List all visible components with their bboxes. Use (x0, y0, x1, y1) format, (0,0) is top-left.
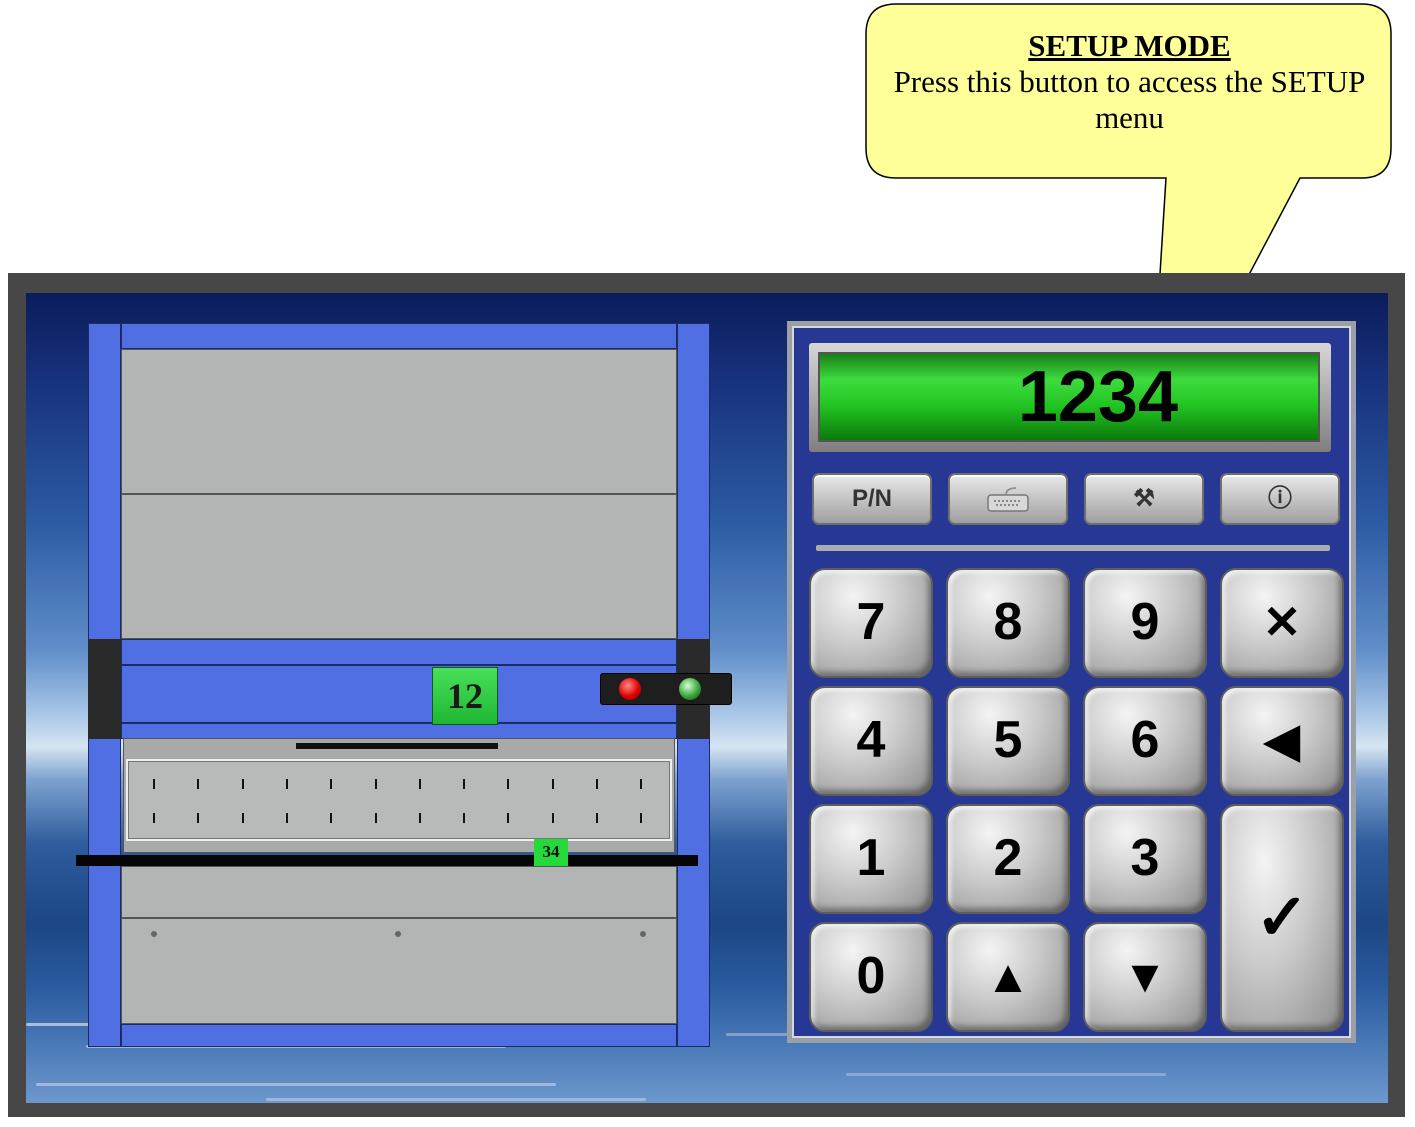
tray-number-badge: 12 (432, 667, 498, 725)
arrow-left-icon: ◀ (1264, 714, 1300, 766)
bin-divider-tick (640, 813, 643, 823)
control-strip-top (121, 639, 677, 665)
bin-divider-tick (463, 813, 466, 823)
key-5-label: 5 (993, 711, 1023, 769)
machine-top-bar (121, 323, 677, 349)
bin-number-badge: 34 (534, 839, 568, 867)
bin-divider-tick (640, 779, 643, 789)
backspace-button[interactable]: ◀ (1220, 686, 1344, 796)
bin-divider-tick (285, 813, 288, 823)
machine-middle-panel (121, 494, 677, 639)
machine-bottom-bar (121, 1024, 677, 1047)
screw-icon (640, 931, 646, 937)
tray-rail (76, 855, 698, 866)
control-strip-bottom (121, 723, 677, 739)
keyboard-icon (987, 487, 1029, 512)
keyboard-button[interactable] (948, 473, 1068, 525)
drawer-handle (296, 743, 498, 749)
enter-button[interactable]: ✓ (1220, 804, 1344, 1032)
checkmark-icon: ✓ (1255, 881, 1309, 953)
arrow-down-button[interactable]: ▼ (1083, 922, 1207, 1032)
key-3[interactable]: 3 (1083, 804, 1207, 914)
bin-divider-tick (330, 813, 333, 823)
bin-divider-tick (551, 813, 554, 823)
bin-divider-tick (418, 779, 421, 789)
bin-divider-tick (507, 779, 510, 789)
setup-button[interactable]: ⚒ (1084, 473, 1204, 525)
bin-divider-tick (153, 813, 155, 823)
carousel-machine: 12 34 (76, 323, 732, 1047)
screw-icon (395, 931, 401, 937)
tools-icon: ⚒ (1133, 485, 1155, 512)
key-1-label: 1 (856, 829, 886, 887)
info-icon: ⓘ (1268, 485, 1292, 512)
key-1[interactable]: 1 (809, 804, 933, 914)
bin-divider-tick (330, 779, 333, 789)
key-8-label: 8 (993, 593, 1023, 651)
bin-divider-tick (197, 779, 200, 789)
arrow-up-button[interactable]: ▲ (946, 922, 1070, 1032)
drawer-bins (126, 759, 672, 841)
bin-divider-tick (241, 813, 244, 823)
bin-divider-tick (285, 779, 288, 789)
bin-divider-tick (374, 813, 377, 823)
key-7-label: 7 (856, 593, 886, 651)
part-number-button[interactable]: P/N (812, 473, 932, 525)
bin-divider-tick (197, 813, 200, 823)
green-lamp-icon (679, 678, 701, 700)
bin-divider-tick (596, 813, 598, 823)
key-2[interactable]: 2 (946, 804, 1070, 914)
ocean-background: 12 34 1234 P/N ⚒ ⓘ 7 8 9 ✕ 4 5 6 ◀ 1 2 3… (26, 293, 1388, 1103)
close-icon: ✕ (1262, 596, 1302, 648)
machine-lower-panel (121, 866, 677, 918)
key-6-label: 6 (1130, 711, 1160, 769)
bin-divider-tick (153, 779, 155, 789)
app-screen: 12 34 1234 P/N ⚒ ⓘ 7 8 9 ✕ 4 5 6 ◀ 1 2 3… (8, 273, 1405, 1117)
callout-body: Press this button to access the SETUP me… (893, 64, 1366, 135)
bin-divider-tick (507, 813, 510, 823)
info-button[interactable]: ⓘ (1220, 473, 1340, 525)
bin-divider-tick (374, 779, 377, 789)
number-display: 1234 (818, 352, 1320, 442)
key-3-label: 3 (1130, 829, 1160, 887)
key-9[interactable]: 9 (1083, 568, 1207, 678)
bin-divider-tick (551, 779, 554, 789)
screw-icon (151, 931, 157, 937)
key-4-label: 4 (856, 711, 886, 769)
clear-button[interactable]: ✕ (1220, 568, 1344, 678)
control-strip (121, 665, 677, 723)
bin-divider-tick (463, 779, 466, 789)
key-6[interactable]: 6 (1083, 686, 1207, 796)
tray-drawer (123, 738, 675, 853)
red-lamp-icon (619, 678, 641, 700)
part-number-label: P/N (851, 485, 892, 512)
key-4[interactable]: 4 (809, 686, 933, 796)
key-0-label: 0 (856, 947, 886, 1005)
bin-divider-tick (418, 813, 421, 823)
machine-upper-panel (121, 349, 677, 494)
arrow-up-icon: ▲ (985, 950, 1031, 1002)
bin-divider-tick (596, 779, 598, 789)
key-2-label: 2 (993, 829, 1023, 887)
arrow-down-icon: ▼ (1122, 950, 1168, 1002)
key-5[interactable]: 5 (946, 686, 1070, 796)
key-7[interactable]: 7 (809, 568, 933, 678)
bin-divider-tick (241, 779, 244, 789)
key-8[interactable]: 8 (946, 568, 1070, 678)
key-9-label: 9 (1130, 593, 1160, 651)
keypad-separator (816, 545, 1330, 551)
indicator-lights (600, 673, 732, 705)
key-0[interactable]: 0 (809, 922, 933, 1032)
callout-title: SETUP MODE (1028, 28, 1231, 63)
keypad-panel: 1234 P/N ⚒ ⓘ 7 8 9 ✕ 4 5 6 ◀ 1 2 3 ✓ 0 ▲… (787, 321, 1356, 1043)
